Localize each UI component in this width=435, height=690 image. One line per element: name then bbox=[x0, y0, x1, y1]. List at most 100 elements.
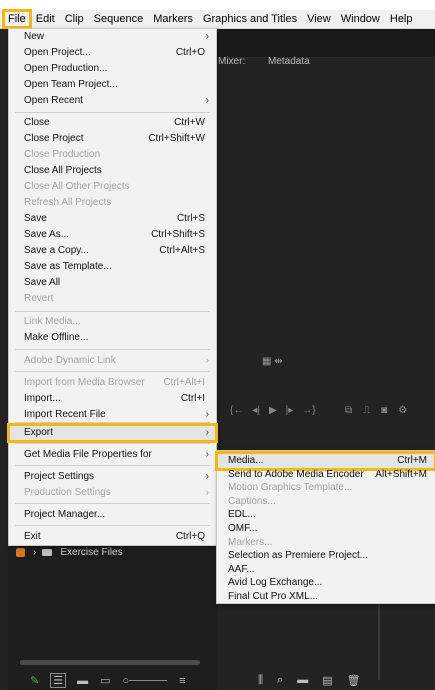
menu-item-label: Revert bbox=[24, 293, 54, 304]
project-panel-toolbar-right: ⫼ ⌕ ▬ ▤ 🗑 bbox=[258, 674, 361, 687]
chevron-right-icon: › bbox=[205, 487, 209, 498]
file-menu-item-save-as-template[interactable]: Save as Template... bbox=[9, 259, 216, 275]
menu-item-shortcut: Ctrl+I bbox=[180, 393, 205, 404]
file-menu-item-import-from-media-browser: Import from Media Browser Ctrl+Alt+I bbox=[9, 375, 216, 391]
export-menu-item-final-cut-pro-xml[interactable]: Final Cut Pro XML... bbox=[217, 589, 435, 605]
menu-item-label: Close Project bbox=[24, 133, 84, 144]
file-menu-item-open-production[interactable]: Open Production... bbox=[9, 61, 216, 77]
menu-file[interactable]: File bbox=[2, 9, 32, 29]
file-menu-item-get-media-file-properties-for[interactable]: Get Media File Properties for › bbox=[9, 447, 216, 463]
freeform-view-icon[interactable]: ▭ bbox=[100, 674, 110, 687]
file-menu-item-close-project[interactable]: Close Project Ctrl+Shift+W bbox=[9, 131, 216, 147]
file-menu-item-exit[interactable]: Exit Ctrl+Q bbox=[9, 529, 216, 545]
file-menu-item-close[interactable]: Close Ctrl+W bbox=[9, 115, 216, 131]
pen-icon[interactable]: ✎ bbox=[30, 674, 39, 687]
monitor-overlay-icons: ▦ ⇹ bbox=[262, 356, 283, 367]
find-icon[interactable]: ⌕ bbox=[277, 674, 283, 687]
project-panel bbox=[8, 541, 218, 690]
menu-item-label: Close All Projects bbox=[24, 165, 102, 176]
new-bin-icon[interactable]: ▬ bbox=[297, 674, 308, 687]
menu-item-label: Close bbox=[24, 117, 50, 128]
file-menu-item-project-settings[interactable]: Project Settings › bbox=[9, 469, 216, 485]
menu-bar: File Edit Clip Sequence Markers Graphics… bbox=[0, 9, 435, 29]
new-item-icon[interactable]: ▤ bbox=[322, 674, 332, 687]
safe-margins-icon[interactable]: ▦ bbox=[262, 356, 271, 367]
menu-separator bbox=[15, 422, 210, 423]
menu-item-label: Save All bbox=[24, 277, 61, 288]
file-menu-item-make-offline[interactable]: Make Offline... bbox=[9, 330, 216, 346]
audio-mixer-tab[interactable]: Mixer: bbox=[218, 56, 245, 67]
play-icon[interactable]: ▶ bbox=[269, 405, 277, 416]
label-color-swatch bbox=[16, 547, 25, 557]
metadata-tab[interactable]: Metadata bbox=[268, 56, 310, 67]
menu-graphics-and-titles[interactable]: Graphics and Titles bbox=[198, 10, 302, 28]
go-to-in-icon[interactable]: {← bbox=[230, 405, 243, 416]
overwrite-icon[interactable]: ⎍ bbox=[363, 405, 370, 416]
file-menu-item-close-all-projects[interactable]: Close All Projects bbox=[9, 163, 216, 179]
menu-item-label: Open Production... bbox=[24, 63, 108, 74]
step-forward-icon[interactable]: |▸ bbox=[286, 405, 294, 416]
menu-view[interactable]: View bbox=[302, 10, 336, 28]
insert-icon[interactable]: ⧉ bbox=[345, 405, 352, 416]
file-menu-item-import-recent-file[interactable]: Import Recent File › bbox=[9, 407, 216, 423]
icon-view-icon[interactable]: ▬ bbox=[77, 675, 88, 687]
file-menu-item-project-manager[interactable]: Project Manager... bbox=[9, 507, 216, 523]
menu-clip[interactable]: Clip bbox=[60, 10, 89, 28]
menu-markers[interactable]: Markers bbox=[148, 10, 198, 28]
menu-separator bbox=[15, 349, 210, 350]
transport-controls-right: ⧉ ⎍ ◙ ⚙ bbox=[345, 405, 407, 416]
menu-separator bbox=[15, 371, 210, 372]
sort-icon[interactable]: ≡ bbox=[179, 675, 185, 687]
menu-item-shortcut: Ctrl+Shift+W bbox=[148, 133, 205, 144]
menu-item-label: Open Team Project... bbox=[24, 79, 118, 90]
go-to-out-icon[interactable]: →} bbox=[302, 405, 315, 416]
menu-sequence[interactable]: Sequence bbox=[89, 10, 149, 28]
file-menu-item-open-project[interactable]: Open Project... Ctrl+O bbox=[9, 45, 216, 61]
menu-item-shortcut: Ctrl+Shift+S bbox=[151, 229, 205, 240]
file-menu-item-export[interactable]: Export › bbox=[7, 423, 218, 443]
menu-item-label: Project Settings bbox=[24, 471, 95, 482]
trash-icon[interactable]: 🗑 bbox=[347, 674, 361, 687]
menu-item-label: Export bbox=[24, 427, 53, 438]
menu-help[interactable]: Help bbox=[385, 10, 418, 28]
menu-item-label: Project Manager... bbox=[24, 509, 106, 520]
file-menu-item-open-team-project[interactable]: Open Team Project... bbox=[9, 77, 216, 93]
automate-to-sequence-icon[interactable]: ⫼ bbox=[258, 674, 263, 687]
menu-item-shortcut: Ctrl+W bbox=[174, 117, 205, 128]
menu-item-label: New bbox=[24, 31, 45, 42]
menu-item-label: Import... bbox=[24, 393, 61, 404]
file-menu-item-save-a-copy[interactable]: Save a Copy... Ctrl+Alt+S bbox=[9, 243, 216, 259]
file-menu-item-open-recent[interactable]: Open Recent › bbox=[9, 93, 216, 109]
settings-icon[interactable]: ⚙ bbox=[398, 405, 407, 416]
chevron-right-icon: › bbox=[205, 355, 209, 366]
step-back-icon[interactable]: ◂| bbox=[252, 405, 260, 416]
file-menu-item-save[interactable]: Save Ctrl+S bbox=[9, 211, 216, 227]
file-menu-item-new[interactable]: New › bbox=[9, 29, 216, 45]
menu-edit[interactable]: Edit bbox=[31, 10, 60, 28]
file-menu-item-close-production: Close Production bbox=[9, 147, 216, 163]
menu-item-label: Save bbox=[24, 213, 47, 224]
menu-separator bbox=[15, 311, 210, 312]
chevron-right-icon[interactable]: › bbox=[33, 547, 36, 558]
folder-icon bbox=[42, 548, 53, 556]
list-view-icon[interactable]: ☰ bbox=[50, 673, 67, 688]
project-folder-row[interactable]: › Exercise Files bbox=[8, 544, 123, 560]
menu-item-label: Link Media... bbox=[24, 316, 81, 327]
project-horizontal-scrollbar[interactable] bbox=[20, 660, 200, 665]
file-menu-item-save-all[interactable]: Save All bbox=[9, 275, 216, 291]
menu-separator bbox=[15, 443, 210, 444]
menu-item-shortcut: Ctrl+Q bbox=[175, 531, 205, 542]
sync-icon[interactable]: ⇹ bbox=[274, 356, 282, 367]
menu-item-label: Final Cut Pro XML... bbox=[228, 591, 319, 602]
menu-item-shortcut: Ctrl+S bbox=[176, 213, 205, 224]
panel-header bbox=[214, 29, 435, 58]
menu-item-label: Close Production bbox=[24, 149, 101, 160]
zoom-slider[interactable]: ○ bbox=[123, 675, 168, 687]
camera-icon[interactable]: ◙ bbox=[381, 405, 387, 416]
file-menu-item-import[interactable]: Import... Ctrl+I bbox=[9, 391, 216, 407]
menu-item-label: Save As... bbox=[24, 229, 70, 240]
menu-window[interactable]: Window bbox=[336, 10, 385, 28]
file-menu-item-save-as[interactable]: Save As... Ctrl+Shift+S bbox=[9, 227, 216, 243]
menu-item-label: Import from Media Browser bbox=[24, 377, 145, 388]
window-top-band bbox=[0, 0, 435, 10]
